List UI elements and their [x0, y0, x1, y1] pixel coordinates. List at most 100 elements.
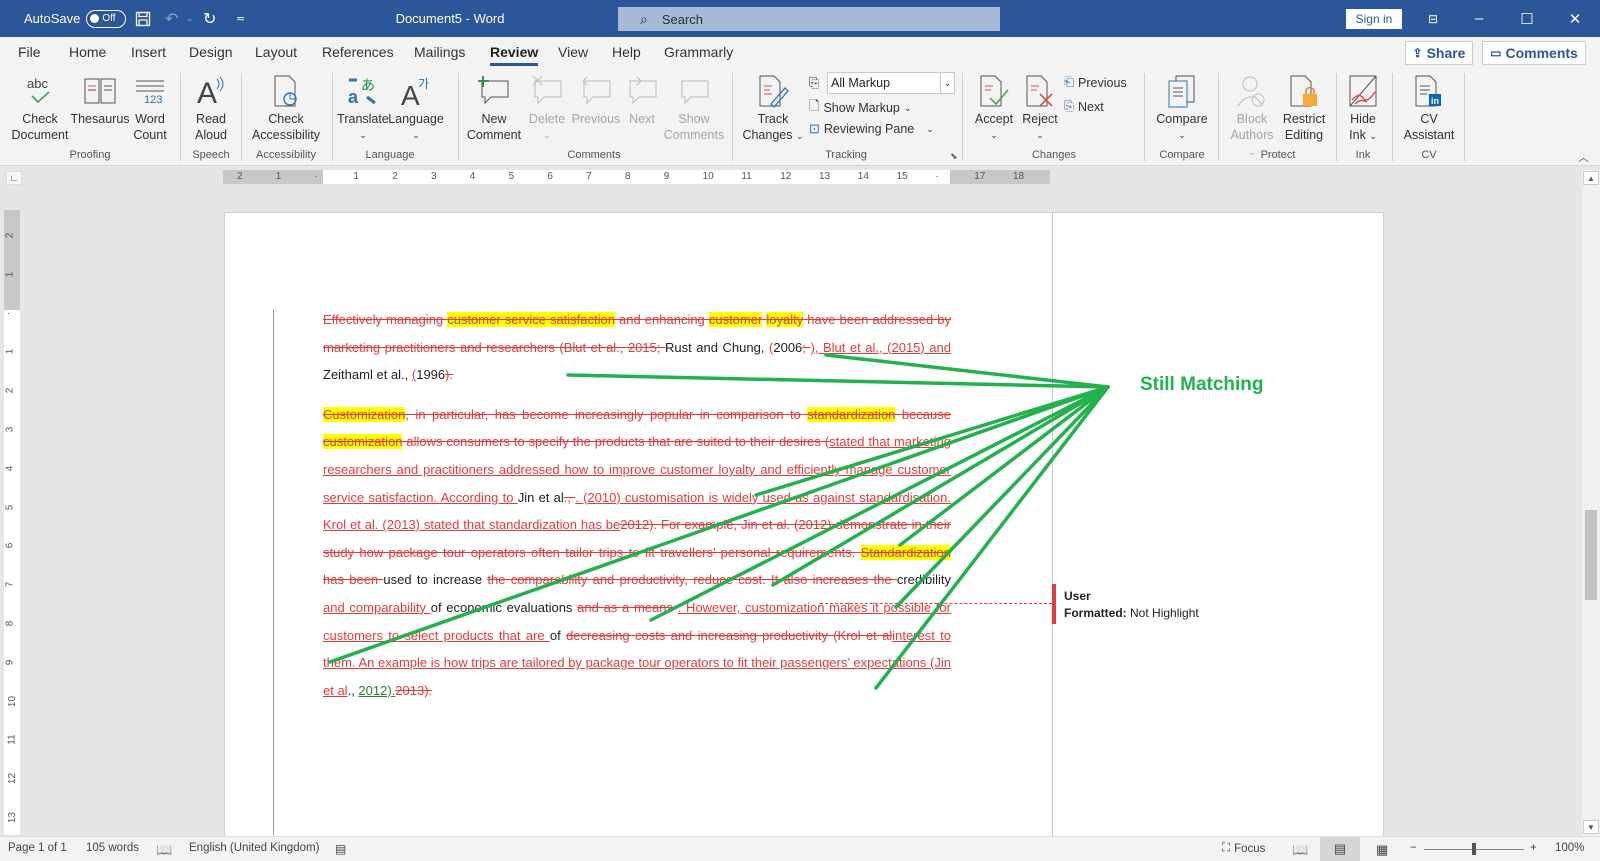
scroll-down-button[interactable]: ▼: [1583, 820, 1599, 834]
focus-button[interactable]: ⛶ Focus: [1222, 842, 1265, 855]
collapse-ribbon-icon[interactable]: ︿: [1578, 149, 1589, 165]
scrollbar-thumb[interactable]: [1585, 510, 1597, 600]
tab-references[interactable]: References: [322, 44, 394, 60]
deleted-text[interactable]: .,: [564, 490, 575, 505]
print-layout-icon[interactable]: ▤: [1320, 837, 1360, 861]
previous-change-button[interactable]: ⎗ Previous: [1064, 75, 1127, 90]
text-run[interactable]: 2006: [773, 340, 802, 355]
deleted-text[interactable]: and as a means: [577, 600, 678, 615]
minimize-button[interactable]: –: [1456, 0, 1502, 37]
deleted-text[interactable]: because: [895, 407, 951, 422]
word-count-button[interactable]: 123 Word Count: [128, 73, 172, 143]
inserted-text[interactable]: and comparability: [323, 600, 431, 615]
undo-dropdown-icon[interactable]: ⌄: [186, 0, 194, 37]
show-comments-button[interactable]: Show Comments: [664, 73, 724, 143]
tab-grammarly[interactable]: Grammarly: [664, 44, 733, 60]
check-accessibility-button[interactable]: Check Accessibility: [246, 73, 326, 143]
paragraph-2[interactable]: Customization, in particular, has become…: [323, 401, 951, 705]
deleted-text[interactable]: Customization: [323, 406, 406, 422]
text-run[interactable]: of economic evaluations: [431, 600, 577, 615]
page-count[interactable]: Page 1 of 1: [8, 842, 67, 854]
autosave-toggle[interactable]: AutoSave Off: [24, 0, 127, 37]
deleted-text[interactable]: customer service satisfaction: [447, 312, 615, 327]
horizontal-ruler[interactable]: 2 1 · 1 2 3 4 5 6 7 8 9 10 11 12 13 14 15 · 17 18: [223, 170, 1050, 184]
text-run[interactable]: of: [550, 628, 566, 643]
proofing-status-icon[interactable]: 📖: [156, 842, 172, 858]
deleted-text[interactable]: 2013).: [395, 683, 432, 698]
deleted-text[interactable]: the comparability and productivity, redu…: [487, 572, 896, 587]
read-aloud-button[interactable]: A Read Aloud: [186, 73, 236, 143]
delete-comment-button[interactable]: Delete ⌄: [525, 73, 569, 143]
reviewing-pane-button[interactable]: ⊡ Reviewing Pane ⌄: [809, 121, 934, 137]
accessibility-status-icon[interactable]: ▤: [335, 842, 346, 856]
next-change-button[interactable]: ⎘ Next: [1064, 99, 1104, 114]
zoom-slider[interactable]: [1424, 843, 1524, 855]
redo-icon[interactable]: ↻: [203, 0, 216, 37]
deleted-text[interactable]: ).: [445, 367, 453, 382]
close-button[interactable]: ✕: [1552, 0, 1598, 37]
zoom-level[interactable]: 100%: [1555, 842, 1584, 854]
next-comment-button[interactable]: Next: [622, 73, 662, 127]
deleted-text[interactable]: decreasing costs and increasing producti…: [566, 628, 892, 643]
block-authors-button[interactable]: Block Authors ⌄: [1226, 73, 1278, 160]
vertical-ruler[interactable]: 2 1 · 1 2 3 4 5 6 7 8 9 10 11 12 13: [3, 210, 20, 835]
deleted-text[interactable]: has been: [323, 572, 383, 587]
sign-in-button[interactable]: Sign in: [1346, 9, 1402, 29]
deleted-text[interactable]: Standardization: [860, 544, 951, 560]
text-run[interactable]: 2012).: [358, 683, 395, 698]
customize-toolbar-icon[interactable]: ≂: [236, 0, 245, 37]
compare-button[interactable]: Compare ⌄: [1150, 73, 1214, 143]
markup-view-select[interactable]: All Markup ⌄: [827, 72, 955, 94]
tab-help[interactable]: Help: [612, 44, 641, 60]
save-icon[interactable]: [135, 0, 151, 37]
tab-mailings[interactable]: Mailings: [414, 44, 465, 60]
text-run[interactable]: Zeithaml et al.,: [323, 367, 412, 382]
text-run[interactable]: .,: [348, 683, 359, 698]
tab-review[interactable]: Review: [490, 44, 539, 66]
scroll-up-button[interactable]: ▲: [1583, 171, 1599, 185]
text-run[interactable]: Jin et al: [518, 490, 564, 505]
deleted-text[interactable]: , in particular, has become increasingly…: [405, 407, 807, 422]
search-box[interactable]: ⌕ Search: [618, 7, 1000, 31]
thesaurus-button[interactable]: Thesaurus: [70, 73, 130, 127]
text-run[interactable]: 1996: [416, 367, 445, 382]
language-status[interactable]: English (United Kingdom): [189, 842, 319, 854]
deleted-text[interactable]: Effectively managing: [323, 312, 447, 327]
tab-selector[interactable]: ∟: [6, 171, 22, 185]
deleted-text[interactable]: standardization: [807, 406, 896, 422]
deleted-text[interactable]: allows consumers to specify the products…: [402, 434, 829, 449]
paragraph-1[interactable]: Effectively managing customer service sa…: [323, 306, 951, 389]
formatting-balloon[interactable]: User Formatted: Not Highlight: [1064, 588, 1199, 622]
text-run[interactable]: used to increase: [383, 572, 487, 587]
deleted-text[interactable]: and enhancing: [615, 312, 709, 327]
zoom-in-button[interactable]: +: [1530, 842, 1537, 854]
tab-view[interactable]: View: [558, 44, 588, 60]
comments-button[interactable]: ▭ Comments: [1482, 41, 1586, 65]
tab-layout[interactable]: Layout: [255, 44, 297, 60]
vertical-scrollbar[interactable]: [1582, 170, 1600, 836]
cv-assistant-button[interactable]: in CV Assistant: [1398, 73, 1460, 143]
text-run[interactable]: credibility: [897, 572, 951, 587]
check-document-button[interactable]: abc Check Document: [10, 73, 70, 143]
deleted-text[interactable]: customization: [323, 434, 403, 450]
text-run[interactable]: Rust and Chung,: [665, 340, 769, 355]
previous-comment-button[interactable]: Previous: [570, 73, 622, 127]
deleted-text[interactable]: loyalty: [766, 312, 804, 327]
new-comment-button[interactable]: New Comment: [465, 73, 523, 143]
translate-button[interactable]: aあ Translate ⌄: [337, 73, 389, 143]
zoom-slider-thumb[interactable]: [1472, 843, 1476, 855]
web-layout-icon[interactable]: ▦: [1376, 842, 1388, 858]
track-changes-button[interactable]: Track Changes ⌄: [738, 73, 808, 144]
chevron-down-icon[interactable]: ⌄: [940, 73, 954, 93]
accept-button[interactable]: Accept ⌄: [970, 73, 1018, 143]
inserted-text[interactable]: ), Blut et al., (2015) and: [810, 340, 951, 355]
reject-button[interactable]: Reject ⌄: [1018, 73, 1062, 143]
tab-design[interactable]: Design: [189, 44, 233, 60]
word-count[interactable]: 105 words: [86, 842, 139, 854]
tab-insert[interactable]: Insert: [131, 44, 166, 60]
tab-file[interactable]: File: [18, 44, 41, 60]
language-button[interactable]: A가 Language ⌄: [388, 73, 444, 143]
autosave-switch[interactable]: Off: [86, 9, 127, 28]
zoom-out-button[interactable]: −: [1410, 842, 1417, 854]
maximize-button[interactable]: ☐: [1504, 0, 1550, 37]
